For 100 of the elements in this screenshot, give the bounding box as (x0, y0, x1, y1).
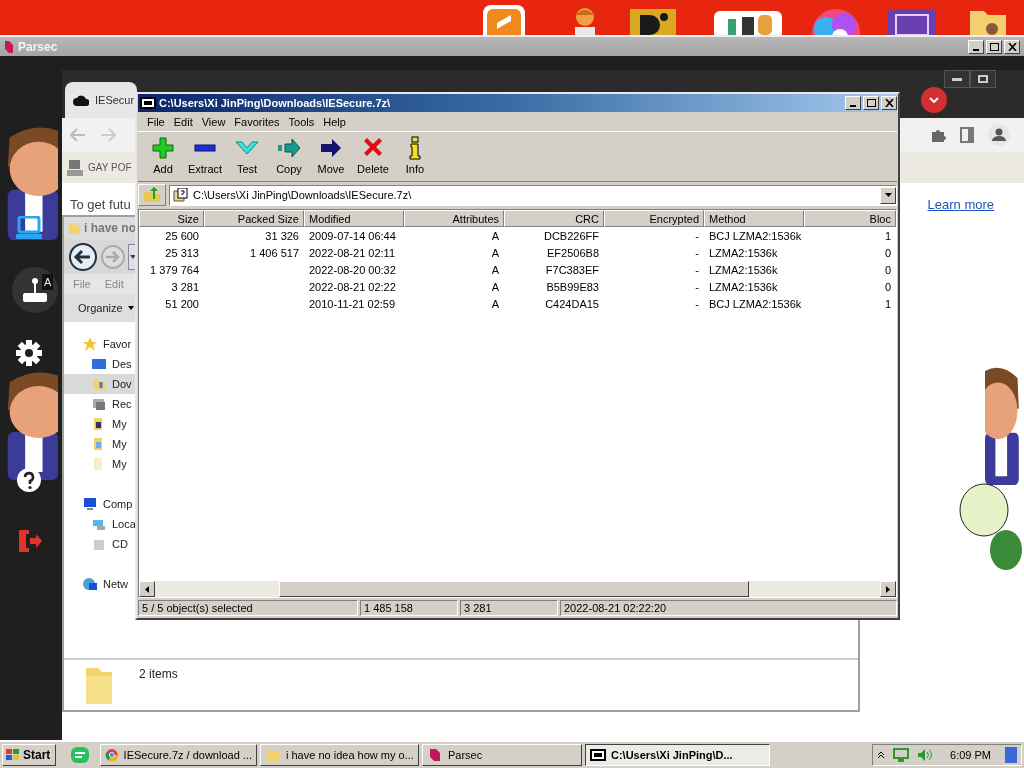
status-text: 3 281 (460, 600, 558, 616)
restore-button[interactable] (970, 70, 996, 88)
toolbar-button[interactable]: Test (226, 133, 268, 180)
sign-out-icon[interactable] (16, 528, 42, 554)
tree-item[interactable]: Rec (64, 394, 136, 414)
computer-icon (66, 158, 84, 177)
bookmark[interactable]: GAY POF (88, 162, 132, 173)
table-cell: 51 200 (165, 297, 199, 310)
back-button[interactable] (68, 241, 98, 272)
table-cell: 2009-07-14 06:44 (309, 229, 396, 242)
column-header[interactable]: CRC (504, 210, 604, 227)
browser-tab[interactable]: IESecur (65, 82, 137, 118)
status-text: 2022-08-21 02:22:20 (560, 600, 897, 616)
start-button[interactable]: Start (2, 744, 56, 766)
table-cell: C424DA15 (545, 297, 599, 310)
column-header[interactable]: Method (704, 210, 804, 227)
tree-item[interactable]: Favor (64, 334, 136, 354)
notice-text: To get futu (70, 197, 131, 212)
learn-more-link[interactable]: Learn more (927, 197, 994, 212)
column-header[interactable]: Packed Size (204, 210, 304, 227)
menu-item[interactable]: Favorites (231, 115, 286, 128)
tree-item[interactable]: My (64, 434, 136, 454)
folder-icon (265, 747, 281, 763)
download-button[interactable] (921, 87, 947, 113)
toolbar-button[interactable]: Extract (184, 133, 226, 180)
chevron-down-icon (929, 97, 939, 103)
computer-icon[interactable] (16, 216, 42, 240)
tree-item[interactable]: Loca (64, 514, 136, 534)
chevron-up-icon[interactable] (877, 751, 885, 759)
menu-item[interactable]: Edit (170, 115, 199, 128)
table-cell: 1 (884, 229, 891, 242)
taskbar-button[interactable]: C:\Users\Xi JinPing\D... (585, 744, 770, 766)
network-icon (82, 576, 98, 592)
table-cell: 0 (884, 246, 891, 259)
close-icon (884, 99, 894, 107)
settings-icon[interactable] (16, 340, 42, 366)
copy-icon (277, 137, 301, 158)
table-cell: A (491, 280, 499, 293)
right-arrow-icon (886, 585, 890, 593)
scroll-left-button[interactable] (139, 581, 155, 597)
app-icon[interactable] (714, 11, 782, 35)
table-cell: 2022-08-21 02:11 (309, 246, 396, 259)
table-cell: LZMA2:1536k (709, 263, 778, 276)
table-cell: EF2506B8 (547, 246, 599, 259)
tree-item[interactable]: My (64, 414, 136, 434)
cloud-icon (73, 94, 89, 106)
column-header[interactable]: Encrypted (604, 210, 704, 227)
archive-icon (140, 97, 156, 109)
sidebar-item[interactable] (12, 267, 58, 313)
column-header[interactable]: Bloc (804, 210, 896, 227)
tree-item[interactable]: Des (64, 354, 136, 374)
sidebar-icon[interactable] (960, 127, 974, 143)
computer-icon (82, 496, 98, 512)
path-field[interactable]: C:\Users\Xi JinPing\Downloads\IESecure.7z\ (169, 184, 897, 206)
taskbar-button[interactable]: i have no idea how my o... (260, 744, 419, 766)
tree-item[interactable]: My (64, 454, 136, 474)
puzzle-icon[interactable] (930, 127, 946, 143)
tree-item[interactable]: Netw (64, 574, 136, 594)
table-cell: 25 600 (165, 229, 199, 242)
status-text: 5 / 5 object(s) selected (138, 600, 358, 616)
menu-item[interactable]: Tools (285, 115, 321, 128)
column-header[interactable]: Attributes (404, 210, 504, 227)
taskbar-button[interactable]: Parsec (422, 744, 582, 766)
chrome-icon (105, 747, 119, 763)
menu-item[interactable]: View (198, 115, 232, 128)
scrollbar-thumb[interactable] (279, 581, 749, 597)
toolbar-button[interactable]: Copy (268, 133, 310, 180)
maximize-button[interactable] (863, 96, 879, 110)
close-button[interactable] (1004, 39, 1020, 54)
table-cell: LZMA2:1536k (709, 246, 778, 259)
chip-icon[interactable] (888, 7, 936, 35)
toolbar-button[interactable]: Delete (352, 133, 394, 180)
downloads-icon (91, 376, 107, 392)
tree-item[interactable]: CD (64, 534, 136, 554)
extract-icon (194, 143, 216, 152)
close-button[interactable] (881, 96, 897, 110)
column-header[interactable]: Size (139, 210, 204, 227)
tree-item[interactable]: Dov (64, 374, 136, 394)
toolbar-button[interactable]: Info (394, 133, 436, 180)
up-button[interactable] (138, 184, 166, 206)
minimize-icon (850, 105, 856, 107)
menu-item[interactable]: File (144, 115, 171, 128)
scroll-right-button[interactable] (880, 581, 896, 597)
table-cell: - (695, 297, 699, 310)
minimize-icon (952, 77, 962, 81)
taskbar-button[interactable]: IESecure.7z / download ... (100, 744, 257, 766)
clock: 6:09 PM (950, 749, 991, 761)
minimize-button[interactable] (944, 70, 970, 88)
maximize-button[interactable] (986, 39, 1002, 54)
table-cell: 0 (884, 263, 891, 276)
toolbar-button[interactable]: Add (142, 133, 184, 180)
organize-button[interactable]: Organize (78, 302, 134, 314)
toolbar-button[interactable]: Move (310, 133, 352, 180)
column-header[interactable]: Modified (304, 210, 404, 227)
menu-item[interactable]: Help (320, 115, 352, 128)
table-cell: A (491, 246, 499, 259)
table-cell: A (491, 229, 499, 242)
window-title: i have no (84, 221, 136, 235)
profile-icon[interactable] (988, 124, 1010, 146)
tree-item[interactable]: Comp (64, 494, 136, 514)
